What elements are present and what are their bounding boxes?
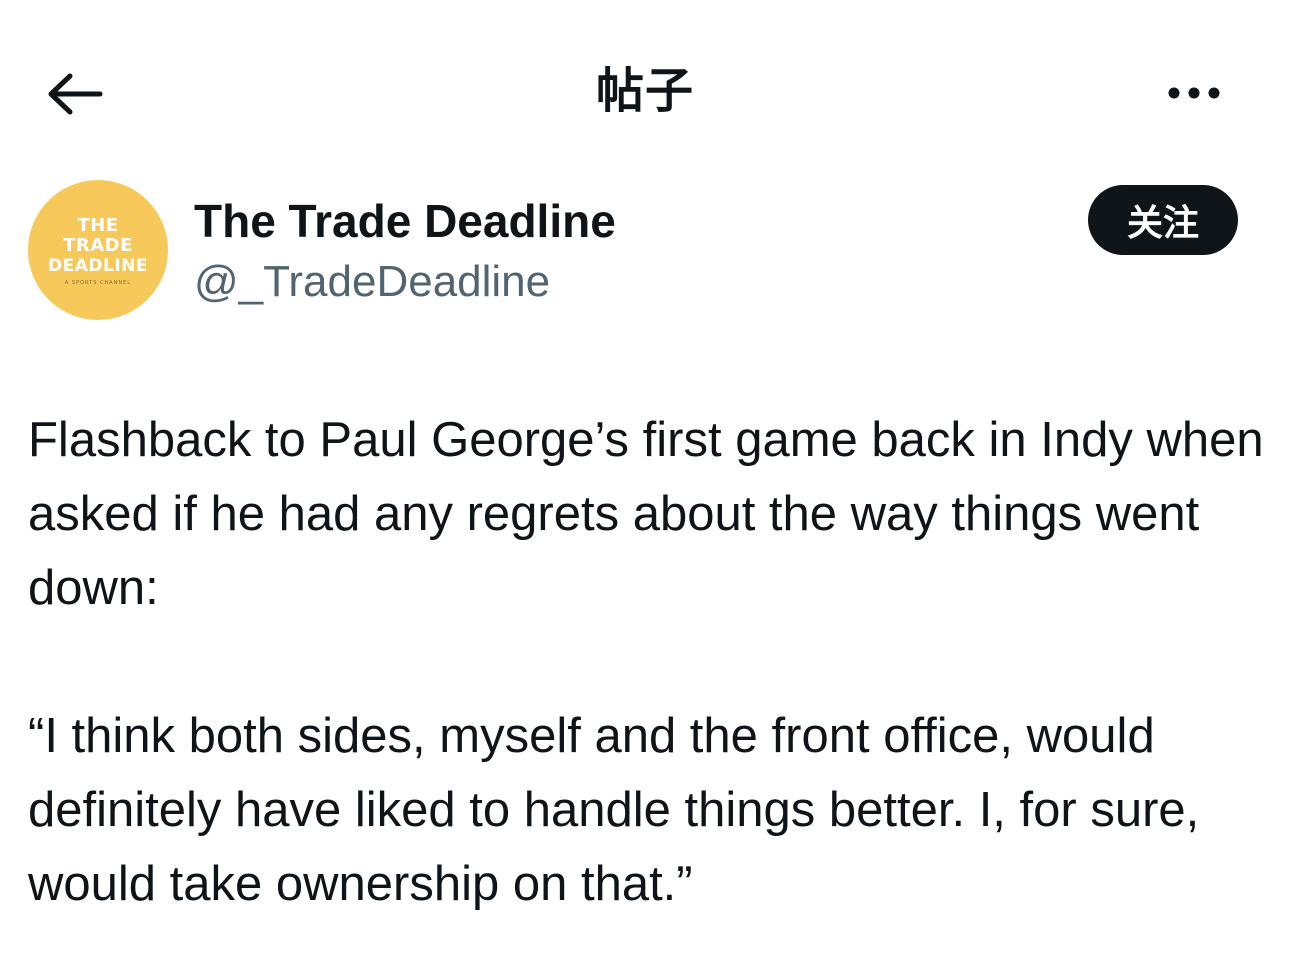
avatar[interactable]: THE TRADE DEADLINE A SPORTS CHANNEL: [28, 180, 168, 320]
author-display-name[interactable]: The Trade Deadline: [194, 193, 616, 249]
more-horizontal-icon: [1168, 87, 1220, 99]
more-options-button[interactable]: [1158, 70, 1230, 116]
avatar-logo-subtitle: A SPORTS CHANNEL: [64, 280, 132, 286]
author-row: THE TRADE DEADLINE A SPORTS CHANNEL The …: [0, 178, 1290, 328]
author-handle[interactable]: @_TradeDeadline: [194, 254, 550, 310]
avatar-logo-line: TRADE: [63, 235, 133, 256]
post-paragraph: Flashback to Paul George’s first game ba…: [28, 413, 1278, 615]
post-quote-paragraph: “I think both sides, myself and the fron…: [28, 709, 1213, 911]
avatar-logo-line: DEADLINE: [48, 256, 148, 276]
page-title: 帖子: [595, 65, 694, 118]
avatar-logo: THE TRADE DEADLINE A SPORTS CHANNEL: [28, 216, 168, 288]
post-text: Flashback to Paul George’s first game ba…: [28, 403, 1268, 921]
top-bar: 帖子: [0, 0, 1290, 185]
avatar-logo-line: THE: [77, 215, 119, 236]
follow-button[interactable]: 关注: [1088, 185, 1238, 255]
